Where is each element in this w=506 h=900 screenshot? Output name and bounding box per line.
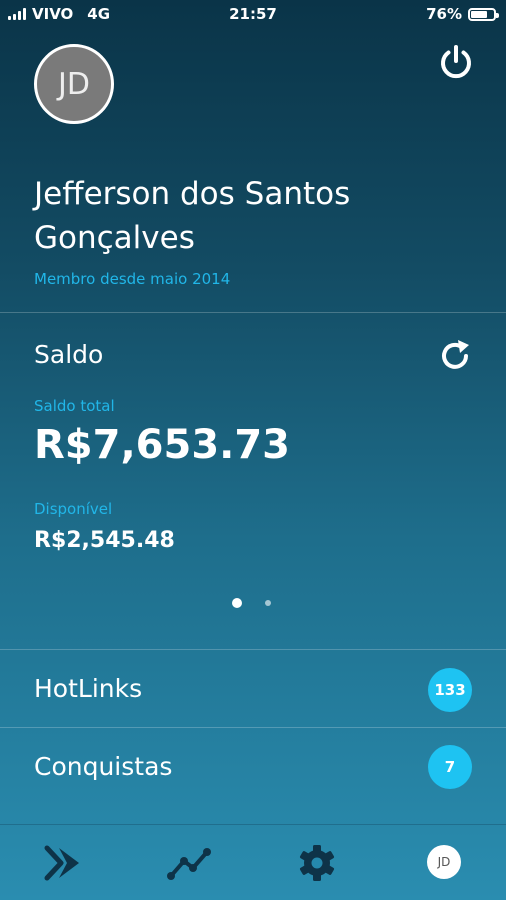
page-dot-active[interactable] xyxy=(232,598,242,608)
battery-percent: 76% xyxy=(426,5,462,23)
list-item-conquistas[interactable]: Conquistas 7 xyxy=(0,728,506,806)
available-balance-value: R$2,545.48 xyxy=(34,528,175,553)
tab-profile-avatar[interactable]: JD xyxy=(427,845,461,879)
available-balance-label: Disponível xyxy=(34,500,113,518)
profile-name: Jefferson dos Santos Gonçalves xyxy=(34,172,454,260)
total-balance-value: R$7,653.73 xyxy=(34,422,291,468)
tab-settings[interactable] xyxy=(252,825,378,900)
battery-icon xyxy=(468,7,499,21)
divider xyxy=(0,312,506,313)
tab-avatar-initials: JD xyxy=(437,855,451,869)
balance-title: Saldo xyxy=(34,340,104,369)
status-bar: VIVO 4G 21:57 76% xyxy=(0,0,506,28)
tab-stats[interactable] xyxy=(126,825,252,900)
tab-feed[interactable] xyxy=(0,825,126,900)
total-balance-label: Saldo total xyxy=(34,397,115,415)
count-badge: 7 xyxy=(428,745,472,789)
member-since: Membro desde maio 2014 xyxy=(34,270,231,288)
profile-name-line1: Jefferson dos Santos xyxy=(34,176,351,212)
profile-name-line2: Gonçalves xyxy=(34,220,195,256)
power-icon[interactable] xyxy=(436,42,476,82)
profile-avatar[interactable]: JD xyxy=(34,44,114,124)
list-item-hotlinks[interactable]: HotLinks 133 xyxy=(0,650,506,727)
count-badge: 133 xyxy=(428,668,472,712)
profile-initials: JD xyxy=(58,66,90,102)
status-right: 76% xyxy=(426,5,499,23)
refresh-icon[interactable] xyxy=(436,336,476,376)
list-item-label: HotLinks xyxy=(34,674,143,703)
page-dot[interactable] xyxy=(265,600,271,606)
gear-icon xyxy=(299,845,335,881)
trend-chart-icon xyxy=(167,848,211,880)
page-indicator[interactable] xyxy=(0,598,506,610)
play-forward-icon xyxy=(44,845,79,881)
list-item-label: Conquistas xyxy=(34,752,173,781)
